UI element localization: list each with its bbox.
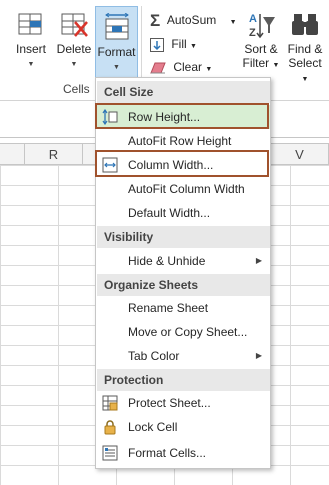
lock-icon xyxy=(104,420,116,435)
menu-item-format-cells[interactable]: Format Cells... xyxy=(97,441,270,465)
find-label-line1: Find & xyxy=(287,42,323,56)
clear-dropdown-arrow: ▼ xyxy=(205,66,213,73)
insert-dropdown-arrow: ▼ xyxy=(27,61,35,68)
insert-button[interactable]: Insert ▼ xyxy=(10,4,52,80)
sort-filter-button[interactable]: A Z Sort & Filter ▼ xyxy=(240,4,282,80)
fill-dropdown-arrow: ▼ xyxy=(190,43,197,50)
sort-dropdown-arrow: ▼ xyxy=(272,62,280,69)
move-copy-sheet-label: Move or Copy Sheet... xyxy=(128,325,248,339)
clear-label: Clear xyxy=(173,60,203,74)
format-button[interactable]: Format ▼ xyxy=(95,6,138,78)
section-organize-sheets: Organize Sheets xyxy=(97,274,270,296)
protect-sheet-icon xyxy=(102,395,118,411)
hide-unhide-label: Hide & Unhide xyxy=(128,254,206,268)
format-cells-dialog-icon xyxy=(102,445,118,461)
delete-dropdown-arrow: ▼ xyxy=(70,61,78,68)
column-width-icon xyxy=(102,157,118,173)
row-height-icon xyxy=(102,109,118,125)
column-header-r[interactable]: R xyxy=(25,143,83,165)
find-label-line2: Select xyxy=(288,56,322,70)
binoculars-icon xyxy=(292,14,318,35)
default-width-label: Default Width... xyxy=(128,206,211,220)
menu-item-move-copy-sheet[interactable]: Move or Copy Sheet... xyxy=(97,320,270,344)
section-visibility: Visibility xyxy=(97,226,270,248)
submenu-arrow-icon: ▶ xyxy=(255,351,262,360)
sort-label-line1: Sort & xyxy=(244,42,278,56)
insert-cells-icon xyxy=(18,13,42,35)
protect-sheet-label: Protect Sheet... xyxy=(128,396,211,410)
fill-label: Fill xyxy=(171,37,187,51)
rename-sheet-label: Rename Sheet xyxy=(128,301,209,315)
menu-item-tab-color[interactable]: Tab Color ▶ xyxy=(97,344,270,368)
menu-item-autofit-row-height[interactable]: AutoFit Row Height xyxy=(97,129,270,153)
delete-cells-icon xyxy=(61,13,88,37)
delete-button[interactable]: Delete ▼ xyxy=(53,4,95,80)
menu-item-lock-cell[interactable]: Lock Cell xyxy=(97,415,270,439)
eraser-icon xyxy=(150,62,166,74)
insert-label: Insert xyxy=(15,42,46,56)
find-dropdown-arrow: ▼ xyxy=(301,76,309,83)
format-cells-icon xyxy=(104,13,129,40)
autosum-dropdown-arrow: ▼ xyxy=(229,19,237,26)
menu-item-row-height[interactable]: Row Height... xyxy=(97,105,270,129)
autofit-column-width-label: AutoFit Column Width xyxy=(128,182,245,196)
format-dropdown-menu: Cell Size Row Height... AutoFit Row Heig… xyxy=(95,77,271,469)
autofit-row-height-label: AutoFit Row Height xyxy=(128,134,232,148)
format-label: Format xyxy=(97,45,136,59)
sort-label-line2: Filter xyxy=(242,56,270,70)
menu-item-column-width[interactable]: Column Width... xyxy=(97,153,270,177)
fill-button[interactable]: Fill ▼ xyxy=(150,34,197,54)
delete-label: Delete xyxy=(56,42,92,56)
tab-color-label: Tab Color xyxy=(128,349,180,363)
autosum-label: AutoSum xyxy=(166,13,217,27)
menu-item-hide-unhide[interactable]: Hide & Unhide ▶ xyxy=(97,249,270,273)
find-select-button[interactable]: Find & Select ▼ xyxy=(284,4,326,83)
section-protection: Protection xyxy=(97,369,270,391)
row-height-label: Row Height... xyxy=(128,110,201,124)
svg-text:A: A xyxy=(249,13,257,25)
svg-text:Z: Z xyxy=(249,27,256,39)
lock-cell-label: Lock Cell xyxy=(128,420,178,434)
clear-button[interactable]: Clear ▼ xyxy=(150,57,212,77)
menu-item-rename-sheet[interactable]: Rename Sheet xyxy=(97,296,270,320)
submenu-arrow-icon: ▶ xyxy=(255,256,262,265)
fill-down-icon xyxy=(150,37,164,52)
format-dropdown-arrow: ▼ xyxy=(113,64,120,71)
column-width-label: Column Width... xyxy=(128,158,214,172)
format-cells-label: Format Cells... xyxy=(128,446,207,460)
cells-group-label: Cells xyxy=(63,82,90,96)
menu-item-default-width[interactable]: Default Width... xyxy=(97,201,270,225)
autosum-button[interactable]: Σ AutoSum ▼ xyxy=(150,10,237,30)
column-header-v[interactable]: V xyxy=(271,143,329,165)
sigma-icon: Σ xyxy=(150,10,161,30)
menu-item-autofit-column-width[interactable]: AutoFit Column Width xyxy=(97,177,270,201)
row-header-corner xyxy=(0,143,25,165)
section-cell-size: Cell Size xyxy=(97,81,270,103)
menu-item-protect-sheet[interactable]: Protect Sheet... xyxy=(97,391,270,415)
sort-filter-icon: A Z xyxy=(249,13,275,39)
